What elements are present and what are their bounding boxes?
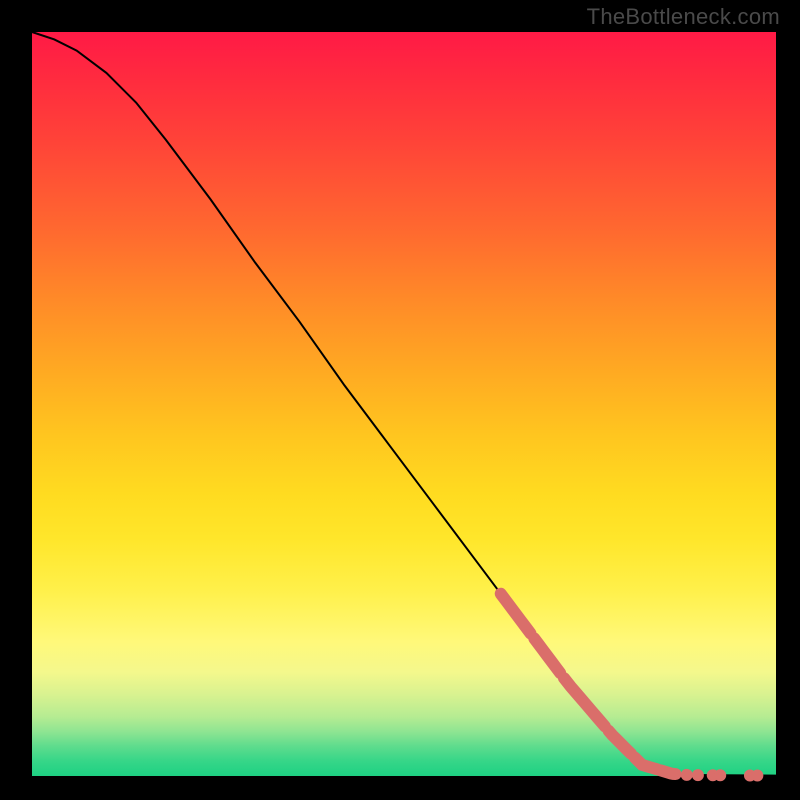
highlight-segment [501,594,531,634]
highlight-segment [609,731,631,754]
highlight-dot [692,769,704,781]
chart-frame: TheBottleneck.com [0,0,800,800]
highlight-dot [714,769,726,781]
highlight-segment [661,770,676,774]
curve-svg [32,32,776,776]
black-curve [32,32,776,776]
highlight-group [501,594,764,782]
plot-area [32,32,776,776]
highlight-dot [681,769,693,781]
highlight-segment [534,638,560,673]
highlight-segment [635,757,657,769]
watermark-text: TheBottleneck.com [587,4,780,30]
highlight-segment [564,678,605,726]
highlight-dot [751,770,763,782]
